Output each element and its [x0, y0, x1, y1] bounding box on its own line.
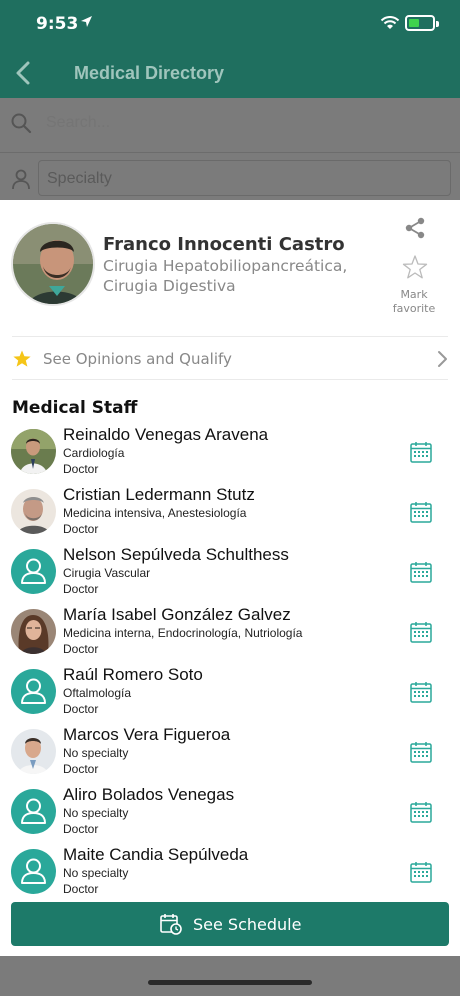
status-time: 9:53: [36, 14, 79, 34]
staff-role: Doctor: [63, 462, 99, 476]
staff-role: Doctor: [63, 642, 99, 656]
staff-specialty: No specialty: [63, 746, 129, 760]
location-arrow-icon: [81, 16, 92, 27]
staff-name: Cristian Ledermann Stutz: [63, 485, 255, 504]
staff-name: Marcos Vera Figueroa: [63, 725, 231, 744]
share-icon[interactable]: [403, 216, 427, 240]
status-bar: 9:53: [0, 0, 460, 48]
person-icon: [21, 558, 46, 584]
staff-specialty: Cirugia Vascular: [63, 566, 151, 580]
staff-row[interactable]: Aliro Bolados Venegas No specialty Docto…: [0, 782, 460, 842]
person-icon: [21, 798, 46, 824]
doctor-name: Franco Innocenti Castro: [103, 234, 345, 255]
specialty-select[interactable]: Specialty: [38, 160, 451, 196]
staff-name: Raúl Romero Soto: [63, 665, 203, 684]
staff-row[interactable]: Raúl Romero Soto Oftalmología Doctor: [0, 662, 460, 722]
staff-row[interactable]: Reinaldo Venegas Aravena Cardiología Doc…: [0, 422, 460, 482]
calendar-icon[interactable]: [409, 860, 433, 884]
staff-specialty: Medicina intensiva, Anestesiología: [63, 506, 247, 520]
calendar-icon[interactable]: [409, 620, 433, 644]
staff-name: Aliro Bolados Venegas: [63, 785, 235, 804]
doctor-detail-sheet: Franco Innocenti Castro Cirugia Hepatobi…: [0, 200, 460, 956]
section-title: Medical Staff: [12, 398, 138, 418]
avatar: [11, 729, 56, 774]
calendar-icon[interactable]: [409, 440, 433, 464]
staff-specialty: No specialty: [63, 806, 129, 820]
search-area: Specialty: [0, 98, 460, 200]
staff-name: Maite Candia Sepúlveda: [63, 845, 249, 864]
doctor-specialties: Cirugia Hepatobiliopancreática, Cirugia …: [103, 257, 348, 295]
divider: [0, 152, 460, 153]
favorite-label[interactable]: Mark favorite: [382, 288, 446, 316]
staff-specialty: Cardiología: [63, 446, 125, 460]
calendar-icon[interactable]: [409, 740, 433, 764]
staff-role: Doctor: [63, 582, 99, 596]
staff-role: Doctor: [63, 522, 99, 536]
home-indicator[interactable]: [148, 980, 312, 985]
calendar-icon[interactable]: [409, 680, 433, 704]
staff-role: Doctor: [63, 762, 99, 776]
avatar: [11, 669, 56, 714]
see-schedule-label: See Schedule: [193, 915, 302, 934]
avatar: [11, 549, 56, 594]
staff-specialty: Medicina interna, Endocrinología, Nutrio…: [63, 626, 303, 640]
staff-name: María Isabel González Galvez: [63, 605, 291, 624]
avatar: [11, 429, 56, 474]
staff-name: Nelson Sepúlveda Schulthess: [63, 545, 289, 564]
doctor-photo: [11, 222, 95, 306]
avatar: [11, 609, 56, 654]
staff-role: Doctor: [63, 822, 99, 836]
opinions-row[interactable]: See Opinions and Qualify: [12, 336, 448, 380]
see-schedule-button[interactable]: See Schedule: [11, 902, 449, 946]
staff-row[interactable]: Nelson Sepúlveda Schulthess Cirugia Vasc…: [0, 542, 460, 602]
app-header: Medical Directory: [0, 48, 460, 98]
opinions-label: See Opinions and Qualify: [43, 350, 232, 368]
staff-row[interactable]: Marcos Vera Figueroa No specialty Doctor: [0, 722, 460, 782]
person-icon: [21, 678, 46, 704]
wifi-icon: [380, 16, 400, 29]
page-title: Medical Directory: [74, 63, 225, 83]
person-icon: [12, 169, 30, 190]
calendar-icon[interactable]: [409, 800, 433, 824]
search-input[interactable]: [46, 104, 446, 142]
staff-row[interactable]: Maite Candia Sepúlveda No specialty Doct…: [0, 842, 460, 902]
staff-role: Doctor: [63, 702, 99, 716]
staff-name: Reinaldo Venegas Aravena: [63, 425, 269, 444]
staff-row[interactable]: María Isabel González Galvez Medicina in…: [0, 602, 460, 662]
favorite-star-icon[interactable]: [401, 253, 429, 281]
calendar-icon[interactable]: [409, 500, 433, 524]
calendar-clock-icon: [160, 914, 182, 935]
bottom-overlay: [0, 956, 460, 996]
staff-row[interactable]: Cristian Ledermann Stutz Medicina intens…: [0, 482, 460, 542]
battery-icon: [405, 15, 439, 31]
back-chevron-icon[interactable]: [10, 59, 38, 87]
person-icon: [21, 858, 46, 884]
staff-specialty: No specialty: [63, 866, 129, 880]
star-icon: [13, 350, 31, 367]
calendar-icon[interactable]: [409, 560, 433, 584]
staff-role: Doctor: [63, 882, 99, 896]
chevron-right-icon: [438, 351, 447, 367]
avatar: [11, 789, 56, 834]
avatar: [11, 849, 56, 894]
avatar: [11, 489, 56, 534]
staff-specialty: Oftalmología: [63, 686, 132, 700]
search-icon: [11, 113, 32, 134]
